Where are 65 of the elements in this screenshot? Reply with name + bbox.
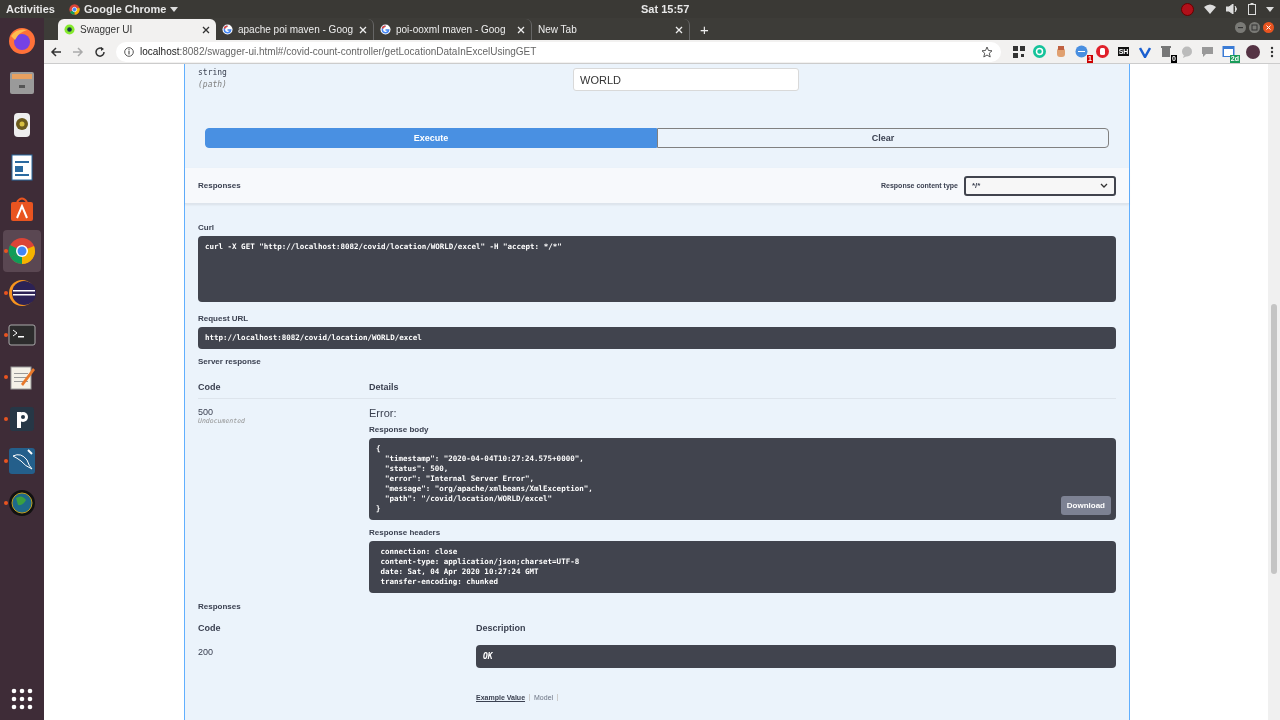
profile-avatar[interactable] (1246, 44, 1260, 59)
app-icon (7, 404, 37, 434)
parameter-input[interactable]: WORLD (573, 68, 799, 91)
caret-icon[interactable] (1266, 6, 1274, 12)
star-icon[interactable] (981, 45, 993, 58)
column-header: Details (369, 382, 400, 392)
firefox-icon (7, 26, 37, 56)
calendar-icon[interactable] (1222, 45, 1235, 58)
tab-title: Swagger UI (80, 24, 134, 35)
section-title: Responses (198, 181, 241, 190)
eclipse-icon (7, 278, 37, 308)
translate-icon[interactable] (1075, 45, 1088, 58)
content-type-select[interactable]: */* (964, 175, 1116, 196)
close-icon[interactable] (202, 25, 210, 34)
volume-icon[interactable] (1226, 4, 1238, 14)
tab-title: poi-ooxml maven - Goog (396, 24, 507, 35)
section-label: Request URL (198, 314, 250, 323)
back-arrow-icon[interactable] (50, 45, 62, 58)
status-code: 500 (198, 407, 215, 417)
address-bar[interactable]: localhost:8082/swagger-ui.html#/covid-count-controller/getLocationDataInExcelUsingGET (116, 41, 1001, 62)
description-block: OK (476, 645, 1116, 668)
parameter-location: (path) (198, 80, 228, 89)
more-menu-icon[interactable] (1270, 45, 1274, 58)
section-label: Curl (198, 223, 215, 232)
app-name: Google Chrome (83, 3, 167, 15)
browser-tab[interactable]: Swagger UI (58, 19, 216, 40)
new-tab-button[interactable]: + (700, 21, 709, 38)
info-icon (124, 46, 134, 57)
chevron-down-icon (1100, 183, 1108, 188)
google-logo-icon (222, 24, 233, 35)
section-label: Responses (198, 602, 242, 611)
chrome-icon (68, 3, 80, 15)
clear-button[interactable]: Clear (657, 128, 1109, 148)
tab-title: New Tab (538, 24, 578, 35)
section-label: Response headers (369, 528, 442, 537)
google-logo-icon (380, 24, 391, 35)
section-label: Server response (198, 357, 262, 366)
activities-button[interactable]: Activities (6, 3, 55, 15)
minimize-icon[interactable] (1235, 22, 1246, 33)
download-button[interactable]: Download (1060, 496, 1111, 515)
parameter-type: string (198, 68, 228, 77)
status-code: 200 (198, 646, 215, 659)
wifi-icon[interactable] (1204, 4, 1216, 14)
swagger-logo-icon (64, 24, 75, 35)
column-header: Description (476, 623, 527, 633)
reload-icon[interactable] (94, 45, 106, 58)
error-title: Error: (369, 407, 398, 419)
section-label: Response body (369, 425, 430, 434)
trash-icon[interactable] (1159, 45, 1172, 58)
close-icon[interactable] (1263, 22, 1274, 33)
tab-title: apache poi maven - Goog (238, 24, 354, 35)
clock[interactable]: Sat 15:57 (641, 3, 690, 15)
dock-item[interactable] (3, 230, 41, 272)
column-header: Code (198, 382, 222, 392)
app-menu[interactable]: Google Chrome (68, 3, 179, 15)
column-header: Code (198, 623, 222, 633)
chrome-icon (7, 236, 37, 266)
battery-icon[interactable] (1248, 3, 1256, 15)
app-grid-icon[interactable] (11, 688, 33, 710)
stop-sign-icon[interactable] (1096, 45, 1109, 58)
caret-icon (170, 6, 179, 12)
hand-icon[interactable] (1054, 45, 1067, 58)
qr-code-icon[interactable] (1012, 45, 1025, 58)
v-shape-icon[interactable] (1138, 45, 1151, 58)
globe-icon (7, 488, 37, 518)
